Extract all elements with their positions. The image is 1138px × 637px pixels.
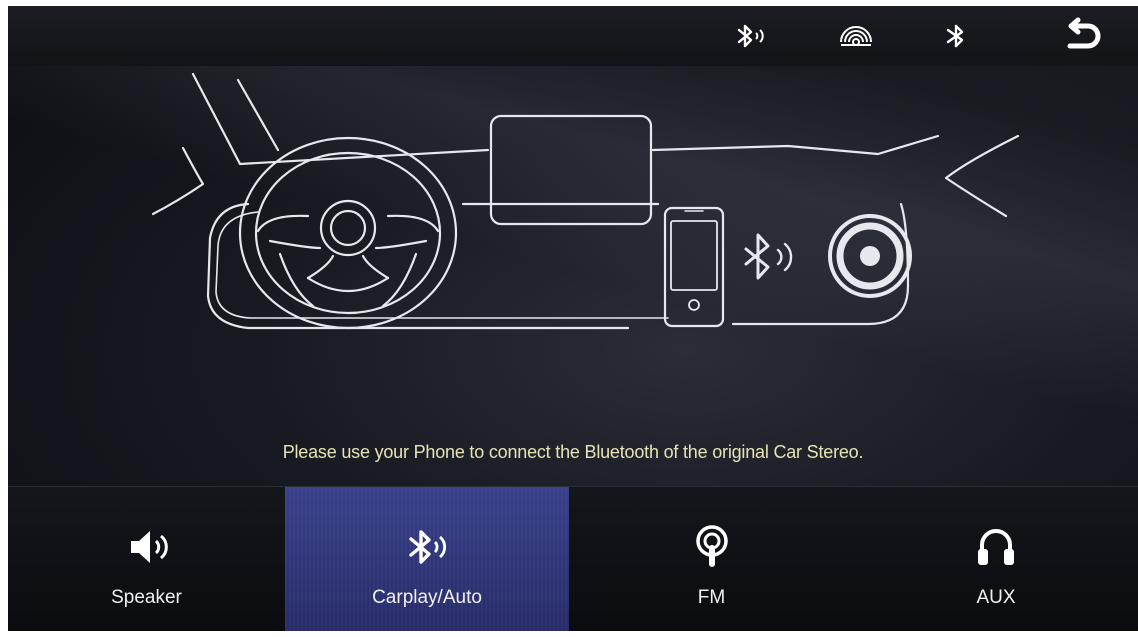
tab-fm[interactable]: FM (569, 487, 854, 631)
tab-aux[interactable]: AUX (854, 487, 1138, 631)
bluetooth-audio-icon (744, 233, 793, 280)
dashboard-right-bottom (731, 284, 910, 326)
instruction-message: Please use your Phone to connect the Blu… (282, 442, 864, 462)
left-pillar-inner (236, 78, 280, 152)
bluetooth-icon[interactable] (936, 16, 976, 56)
bluetooth-audio-icon[interactable] (730, 16, 770, 56)
steering-wheel (238, 136, 458, 330)
left-window-line (151, 146, 205, 216)
radio-icon (695, 525, 728, 567)
tab-carplay-auto[interactable]: Carplay/Auto (285, 487, 569, 631)
phone-icon (663, 206, 725, 328)
car-dashboard-illustration (151, 72, 1020, 330)
back-icon[interactable] (1060, 16, 1106, 56)
windshield-base-line (651, 134, 940, 156)
top-status-bar (8, 6, 1138, 66)
dashboard-left-outline (206, 202, 630, 330)
headphones-icon (978, 529, 1014, 565)
bottom-tab-bar: Speaker Carplay/Auto FM AUX (8, 486, 1138, 631)
tab-label: AUX (976, 587, 1016, 608)
tab-label: Speaker (111, 587, 182, 608)
tab-label: Carplay/Auto (372, 587, 482, 608)
wireless-signal-icon[interactable] (836, 16, 876, 56)
bluetooth-audio-icon (409, 530, 447, 564)
speaker-icon (828, 214, 912, 298)
car-stereo-screen: Please use your Phone to connect the Blu… (8, 6, 1138, 631)
center-display (489, 114, 653, 226)
left-pillar-line (191, 72, 490, 166)
tab-speaker[interactable]: Speaker (8, 487, 285, 631)
right-window-line (944, 134, 1020, 218)
tab-label: FM (697, 587, 726, 608)
speaker-icon (130, 531, 168, 563)
